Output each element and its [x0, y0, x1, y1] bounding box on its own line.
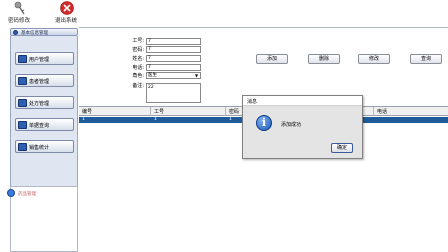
query-button[interactable]: 查询 — [410, 54, 442, 64]
sidebar-bottom-panel: 药品管理 — [7, 186, 78, 252]
sidebar-item-receipt-query[interactable]: 单据查询 — [15, 118, 74, 131]
remark-textarea[interactable]: 22 — [146, 83, 201, 103]
exit-system-label: 退出系统 — [54, 18, 77, 24]
chevron-down-icon[interactable]: ▼ — [194, 73, 199, 78]
modify-button[interactable]: 修改 — [358, 54, 390, 64]
phone-input[interactable]: 7 — [146, 64, 201, 71]
sidebar: 基本信息管理 用户管理 患者管理 处方管理 单据查询 销售统计 药品管理 — [0, 27, 79, 252]
sidebar-header[interactable]: 基本信息管理 — [10, 28, 78, 36]
dialog-title: 消息 — [247, 99, 258, 105]
sidebar-item-user-management[interactable]: 用户管理 — [15, 52, 74, 65]
patient-icon — [18, 77, 27, 85]
info-icon: i — [256, 115, 272, 131]
sidebar-item-label: 患者管理 — [29, 79, 50, 85]
name-label: 姓名: — [132, 56, 144, 62]
role-select-value: 医生 — [148, 73, 157, 78]
role-label: 角色: — [132, 73, 144, 79]
change-password-button[interactable]: 密码修改 — [3, 1, 35, 26]
dialog-message: 添加成功 — [281, 122, 302, 128]
phone-label: 电话: — [132, 65, 144, 71]
sidebar-item-label: 处方管理 — [29, 101, 50, 107]
sidebar-item-prescription-management[interactable]: 处方管理 — [15, 96, 74, 109]
role-select[interactable]: 医生 ▼ — [146, 72, 201, 79]
toolbar: 密码修改 退出系统 — [0, 0, 448, 27]
password-label: 密码: — [132, 47, 144, 53]
user-form: 工号: 7 密码: 7 姓名: 7 电话: 7 角色: 医生 ▼ 备注: 22 … — [79, 27, 448, 105]
exit-system-button[interactable]: 退出系统 — [50, 1, 82, 26]
add-button[interactable]: 添加 — [256, 54, 288, 64]
column-header[interactable]: 电话 — [374, 108, 387, 115]
dialog-title-bar[interactable]: 消息 — [243, 96, 362, 106]
name-input[interactable]: 7 — [146, 55, 201, 62]
message-dialog: 消息 i 添加成功 确定 — [242, 95, 363, 159]
remark-label: 备注: — [132, 83, 144, 89]
sidebar-item-label: 用户管理 — [29, 57, 50, 63]
password-input[interactable]: 7 — [146, 46, 201, 53]
info-glyph: i — [261, 116, 267, 129]
sidebar-menu: 用户管理 患者管理 处方管理 单据查询 销售统计 — [10, 36, 78, 186]
collapse-icon — [13, 30, 18, 35]
drug-management-icon[interactable] — [7, 189, 15, 197]
column-header[interactable]: 密码 — [226, 108, 239, 115]
close-icon — [60, 1, 74, 15]
table-cell: 1 — [82, 117, 85, 122]
column-header[interactable]: 工号 — [151, 108, 164, 115]
receipt-icon — [18, 121, 27, 129]
users-icon — [18, 55, 27, 63]
sidebar-item-sales-statistics[interactable]: 销售统计 — [15, 140, 74, 153]
sidebar-item-patient-management[interactable]: 患者管理 — [15, 74, 74, 87]
sidebar-item-label: 销售统计 — [29, 145, 50, 151]
change-password-label: 密码修改 — [7, 18, 30, 24]
key-icon — [14, 1, 25, 15]
ok-button[interactable]: 确定 — [331, 143, 353, 153]
sidebar-item-label: 单据查询 — [29, 123, 50, 129]
sidebar-bottom-label[interactable]: 药品管理 — [18, 191, 36, 197]
delete-button[interactable]: 删除 — [308, 54, 340, 64]
column-header[interactable]: 编号 — [79, 108, 92, 115]
table-cell: 1 — [154, 117, 157, 122]
table-cell: 1 — [229, 117, 232, 122]
staff-id-label: 工号: — [132, 38, 144, 44]
statistics-icon — [18, 143, 27, 151]
staff-id-input[interactable]: 7 — [146, 38, 201, 45]
prescription-icon — [18, 99, 27, 107]
